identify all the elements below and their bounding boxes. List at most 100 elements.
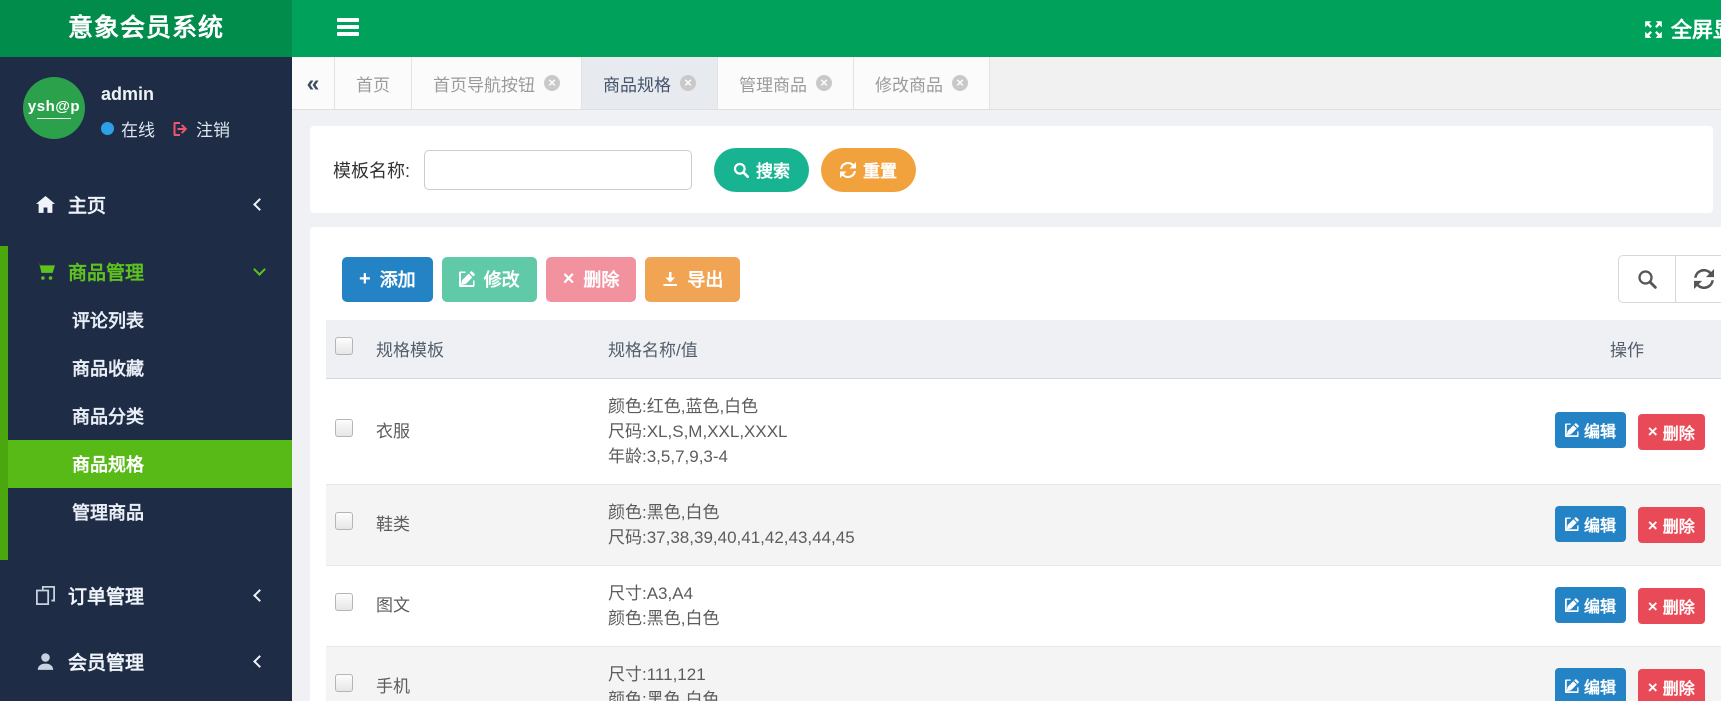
add-button[interactable]: + 添加 (342, 256, 433, 302)
sidebar-toggle-button[interactable] (337, 15, 361, 41)
chevron-left-icon (253, 588, 266, 602)
x-icon: × (1647, 422, 1658, 442)
logout-link[interactable]: 注销 (196, 116, 230, 141)
sidebar-item-label: 商品管理 (68, 262, 145, 284)
template-name: 衣服 (376, 421, 410, 441)
table-tools (1618, 255, 1721, 303)
hamburger-icon (337, 18, 359, 22)
sidebar-item-label: 会员管理 (68, 652, 145, 674)
online-status-link[interactable]: 在线 (121, 116, 155, 141)
row-checkbox[interactable] (335, 512, 353, 530)
fullscreen-icon (1645, 20, 1662, 38)
x-icon: × (1647, 677, 1658, 697)
row-edit-button[interactable]: 编辑 (1555, 586, 1627, 623)
select-all-checkbox[interactable] (335, 337, 353, 356)
row-edit-button[interactable]: 编辑 (1555, 505, 1627, 542)
tab-home-nav-buttons[interactable]: 首页导航按钮 × (412, 57, 582, 109)
table-row: 图文 尺寸:A3,A4 颜色:黑色,白色 编辑 × 删除 (326, 565, 1721, 646)
tab-close-icon[interactable]: × (680, 75, 696, 91)
table-refresh-button[interactable] (1675, 255, 1721, 303)
sidebar-item-label: 主页 (68, 195, 107, 217)
spec-values: 颜色:黑色,白色 尺码:37,38,39,40,41,42,43,44,45 (608, 502, 855, 547)
row-checkbox[interactable] (335, 418, 353, 437)
screen: 意象会员系统 全屏显示 ysh@p admin 在线 注销 (0, 0, 1721, 701)
user-panel: ysh@p admin 在线 注销 (0, 57, 292, 141)
sidebar-item-goods-spec[interactable]: 商品规格 (8, 440, 292, 488)
edit-icon (1565, 516, 1579, 531)
template-name: 图文 (376, 596, 410, 615)
table-panel: + 添加 修改 × 删除 导出 规格模板 规格名称/值 操作 衣服 颜色:红色,… (310, 227, 1721, 701)
sidebar-item-goods-favorites[interactable]: 商品收藏 (8, 344, 292, 392)
refresh-icon (1694, 269, 1714, 289)
reset-button[interactable]: 重置 (821, 147, 917, 192)
column-header-spec: 规格名称/值 (608, 320, 1555, 379)
download-icon (663, 272, 678, 286)
sidebar-item-order-management[interactable]: 订单管理 (0, 572, 292, 618)
sidebar-menu: 主页 商品管理 评论列表 商品收藏 商品分类 商品规格 管理商品 订单管理 会员… (0, 181, 292, 684)
edit-icon (458, 271, 475, 287)
tab-bar: « 首页 首页导航按钮 × 商品规格 × 管理商品 × 修改商品 × (292, 57, 1721, 110)
edit-icon (1565, 423, 1579, 438)
members-icon (37, 652, 54, 670)
row-delete-button[interactable]: × 删除 (1637, 669, 1705, 701)
search-icon (1638, 270, 1657, 289)
logout-icon (173, 121, 188, 136)
avatar: ysh@p (23, 77, 85, 139)
chevron-left-icon (253, 654, 266, 668)
spec-values: 尺寸:A3,A4 颜色:黑色,白色 (608, 583, 720, 628)
home-icon (36, 195, 55, 213)
tab-close-icon[interactable]: × (816, 75, 832, 91)
spec-values: 尺寸:111,121 颜色:黑色,白色 (608, 664, 720, 701)
content: 模板名称: 搜索 重置 + 添加 修改 × 删除 导出 规格模板 规格名称/值 … (292, 110, 1721, 701)
sidebar-item-home[interactable]: 主页 (0, 181, 292, 227)
row-checkbox[interactable] (335, 593, 353, 611)
edit-icon (1565, 678, 1579, 693)
chevron-left-icon (253, 197, 266, 211)
tab-home[interactable]: 首页 (335, 57, 412, 109)
template-name: 鞋类 (376, 515, 410, 534)
template-name: 手机 (376, 677, 410, 696)
table-header-row: 规格模板 规格名称/值 操作 (326, 320, 1721, 379)
search-panel: 模板名称: 搜索 重置 (310, 126, 1713, 213)
orders-icon (36, 585, 55, 605)
top-navbar: 全屏显示 (292, 0, 1721, 57)
template-name-label: 模板名称: (333, 160, 411, 181)
sidebar-item-goods-management[interactable]: 商品管理 (8, 246, 292, 296)
user-info: admin 在线 注销 (101, 77, 230, 141)
row-delete-button[interactable]: × 删除 (1637, 507, 1705, 544)
table-row: 手机 尺寸:111,121 颜色:黑色,白色 编辑 × 删除 (326, 646, 1721, 701)
tab-manage-goods[interactable]: 管理商品 × (718, 57, 854, 109)
tabs-scroll-left-button[interactable]: « (292, 57, 335, 109)
table-toolbar: + 添加 修改 × 删除 导出 (342, 255, 1721, 303)
export-button[interactable]: 导出 (645, 256, 741, 302)
tab-goods-spec[interactable]: 商品规格 × (582, 57, 718, 109)
tab-close-icon[interactable]: × (952, 75, 968, 91)
row-edit-button[interactable]: 编辑 (1555, 667, 1627, 701)
fullscreen-label: 全屏显示 (1671, 19, 1721, 42)
row-checkbox[interactable] (335, 674, 353, 692)
plus-icon: + (359, 268, 371, 290)
modify-button[interactable]: 修改 (441, 256, 537, 302)
tab-close-icon[interactable]: × (544, 75, 560, 91)
row-delete-button[interactable]: × 删除 (1637, 588, 1705, 625)
sidebar-item-member-management[interactable]: 会员管理 (0, 638, 292, 684)
template-name-input[interactable] (424, 149, 693, 190)
user-name: admin (101, 84, 155, 104)
sidebar-item-manage-goods[interactable]: 管理商品 (8, 488, 292, 536)
table-search-toggle-button[interactable] (1618, 255, 1676, 303)
search-button[interactable]: 搜索 (714, 147, 810, 192)
refresh-icon (840, 161, 857, 178)
sidebar: ysh@p admin 在线 注销 主页 商品管理 评论列表 商品收藏 商品分类… (0, 57, 292, 701)
row-edit-button[interactable]: 编辑 (1555, 412, 1627, 449)
app-logo[interactable]: 意象会员系统 (0, 0, 292, 57)
goods-submenu: 评论列表 商品收藏 商品分类 商品规格 管理商品 (8, 296, 292, 536)
tab-edit-goods[interactable]: 修改商品 × (854, 57, 990, 109)
delete-button[interactable]: × 删除 (545, 256, 637, 302)
fullscreen-button[interactable]: 全屏显示 (1644, 14, 1721, 44)
main-area: « 首页 首页导航按钮 × 商品规格 × 管理商品 × 修改商品 × 模板名称: (292, 57, 1721, 701)
column-header-template: 规格模板 (376, 320, 608, 379)
sidebar-item-goods-category[interactable]: 商品分类 (8, 392, 292, 440)
row-delete-button[interactable]: × 删除 (1637, 413, 1705, 450)
sidebar-item-label: 订单管理 (68, 586, 145, 608)
sidebar-item-comment-list[interactable]: 评论列表 (8, 296, 292, 344)
